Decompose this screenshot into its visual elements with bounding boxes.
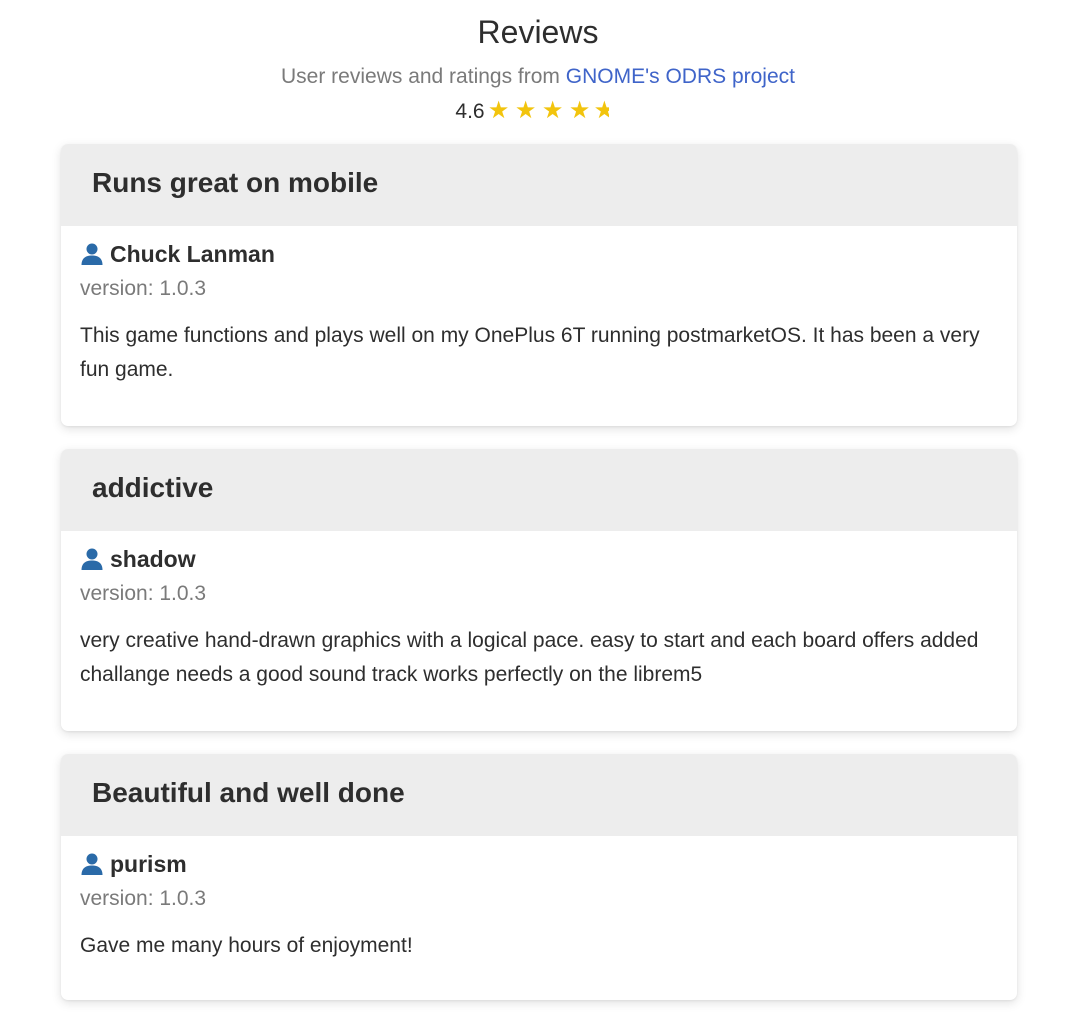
review-version: version: 1.0.3	[80, 277, 207, 300]
review-author-name: shadow	[110, 546, 196, 572]
review-author: Chuck Lanman	[80, 240, 997, 268]
star-icon: ★	[541, 97, 564, 125]
star-icon: ★★	[593, 99, 610, 124]
review-card: Runs great on mobile Chuck Lanman versio…	[61, 144, 1017, 426]
review-body: shadow version: 1.0.3 very creative hand…	[61, 531, 1017, 731]
user-icon	[81, 548, 103, 570]
review-text: Gave me many hours of enjoyment!	[80, 934, 413, 957]
review-title: Beautiful and well done	[61, 754, 1017, 836]
review-text: very creative hand-drawn graphics with a…	[80, 629, 979, 686]
average-rating: 4.6★★★★★★	[0, 99, 1076, 125]
review-body: Chuck Lanman version: 1.0.3 This game fu…	[61, 226, 1017, 426]
review-version: version: 1.0.3	[80, 887, 207, 910]
review-author: purism	[80, 850, 997, 878]
review-text: This game functions and plays well on my…	[80, 324, 980, 381]
star-icon: ★	[487, 97, 510, 125]
review-author-name: Chuck Lanman	[110, 241, 275, 267]
rating-score: 4.6	[455, 100, 485, 124]
subtitle-text: User reviews and ratings from	[281, 65, 566, 88]
page-title: Reviews	[477, 14, 599, 50]
review-title: Runs great on mobile	[61, 144, 1017, 226]
review-author: shadow	[80, 545, 997, 573]
review-card: Beautiful and well done purism version: …	[61, 754, 1017, 1000]
odrs-project-link[interactable]: GNOME's ODRS project	[566, 65, 795, 88]
star-icon: ★	[568, 97, 591, 125]
review-body: purism version: 1.0.3 Gave me many hours…	[61, 836, 1017, 1000]
user-icon	[81, 243, 103, 265]
star-icon: ★	[514, 97, 537, 125]
review-card: addictive shadow version: 1.0.3 very cre…	[61, 449, 1017, 731]
review-title: addictive	[61, 449, 1017, 531]
reviews-subtitle: User reviews and ratings from GNOME's OD…	[0, 64, 1076, 90]
rating-stars: ★★★★★★	[486, 99, 621, 125]
review-version: version: 1.0.3	[80, 582, 207, 605]
user-icon	[81, 853, 103, 875]
review-author-name: purism	[110, 851, 187, 877]
